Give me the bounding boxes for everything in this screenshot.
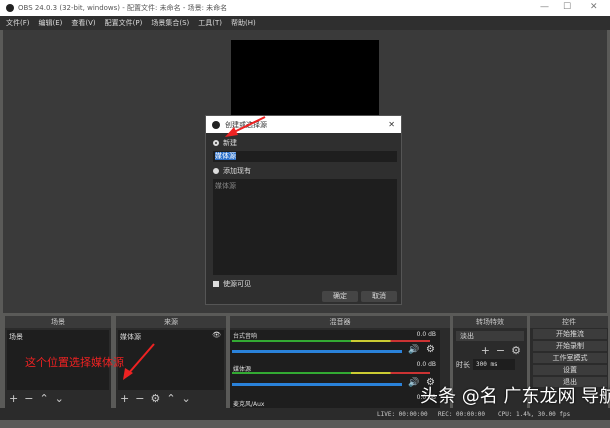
add-icon[interactable]: + — [120, 392, 129, 405]
visible-checkbox[interactable]: 使源可见 — [213, 279, 251, 289]
channel-name: 麦克风/Aux — [233, 401, 265, 408]
source-name-input[interactable]: 媒体源 — [213, 151, 397, 162]
remove-icon[interactable]: − — [135, 392, 144, 405]
channel-name: 台式音响 — [233, 333, 258, 340]
cancel-button[interactable]: 取消 — [361, 291, 397, 302]
scenes-toolbar: + − ⌃ ⌄ — [5, 392, 111, 405]
dialog-close-icon[interactable]: ✕ — [388, 120, 395, 129]
menu-help[interactable]: 帮助(H) — [231, 18, 256, 28]
eye-icon[interactable]: 👁 — [212, 331, 221, 339]
rec-time: REC: 00:00:00 — [438, 411, 485, 418]
add-icon[interactable]: + — [9, 392, 18, 405]
transitions-title: 转场特效 — [453, 316, 527, 328]
duration-input[interactable]: 300 ms — [473, 359, 515, 370]
controls-title: 控件 — [530, 316, 608, 328]
live-time: LIVE: 00:00:00 — [377, 411, 428, 418]
volume-meter — [232, 340, 430, 342]
duration-label: 时长 — [456, 360, 470, 369]
menu-profile[interactable]: 配置文件(P) — [105, 18, 143, 28]
sources-title: 来源 — [116, 316, 226, 328]
volume-meter — [232, 372, 430, 374]
settings-button[interactable]: 设置 — [533, 365, 607, 375]
menu-view[interactable]: 查看(V) — [71, 18, 95, 28]
maximize-button[interactable]: ☐ — [563, 2, 571, 12]
mixer-dock: 混音器 台式音响 0.0 dB 🔊 ⚙ 媒体源 0.0 dB 🔊 ⚙ 麦克风/Aux… — [230, 316, 450, 410]
studio-mode-button[interactable]: 工作室模式 — [533, 353, 607, 363]
menu-scene-collection[interactable]: 场景集合(S) — [151, 18, 189, 28]
existing-sources-list[interactable]: 媒体源 — [213, 179, 397, 275]
status-bar: LIVE: 00:00:00 REC: 00:00:00 CPU: 1.4%, … — [0, 408, 610, 420]
radio-add-existing[interactable]: 添加现有 — [213, 166, 251, 176]
start-recording-button[interactable]: 开始录制 — [533, 341, 607, 351]
up-icon[interactable]: ⌃ — [39, 392, 48, 405]
remove-icon[interactable]: − — [496, 344, 505, 357]
gear-icon[interactable]: ⚙ — [150, 392, 160, 405]
gear-icon[interactable]: ⚙ — [426, 344, 435, 355]
transition-select[interactable]: 淡出 — [456, 331, 524, 341]
menu-tools[interactable]: 工具(T) — [198, 18, 222, 28]
up-icon[interactable]: ⌃ — [166, 392, 175, 405]
title-bar: OBS 24.0.3 (32-bit, windows) - 配置文件: 未命名… — [0, 0, 610, 16]
add-icon[interactable]: + — [481, 344, 490, 357]
gear-icon[interactable]: ⚙ — [511, 344, 521, 357]
red-arrow-dialog — [225, 116, 266, 137]
menu-file[interactable]: 文件(F) — [6, 18, 30, 28]
close-button[interactable]: ✕ — [590, 2, 598, 12]
speaker-icon[interactable]: 🔊 — [408, 378, 419, 388]
list-item[interactable]: 媒体源 — [215, 181, 395, 191]
visible-label: 使源可见 — [223, 280, 251, 288]
channel-db: 0.0 dB — [416, 331, 436, 338]
annotation-text: 这个位置选择媒体源 — [25, 356, 124, 369]
down-icon[interactable]: ⌄ — [182, 392, 191, 405]
radio-existing-label: 添加现有 — [223, 167, 251, 175]
scene-item[interactable]: 场景 — [9, 332, 107, 342]
obs-logo-icon — [212, 120, 220, 129]
source-name-value: 媒体源 — [215, 152, 236, 160]
transitions-toolbar: + − ⚙ — [453, 344, 527, 357]
speaker-icon[interactable]: 🔊 — [408, 345, 419, 355]
channel-db: 0.0 dB — [416, 361, 436, 368]
source-item[interactable]: 媒体源 — [120, 332, 222, 342]
minimize-button[interactable]: — — [540, 2, 549, 12]
menu-edit[interactable]: 编辑(E) — [39, 18, 63, 28]
watermark: 头条 @名 广东龙网 导航 — [420, 386, 610, 407]
menu-bar: 文件(F) 编辑(E) 查看(V) 配置文件(P) 场景集合(S) 工具(T) … — [0, 16, 610, 30]
cpu-fps: CPU: 1.4%, 30.00 fps — [498, 411, 571, 418]
remove-icon[interactable]: − — [24, 392, 33, 405]
volume-slider[interactable] — [232, 383, 402, 386]
obs-logo-icon — [6, 4, 14, 12]
sources-toolbar: + − ⚙ ⌃ ⌄ — [116, 392, 226, 405]
volume-slider[interactable] — [232, 350, 402, 353]
window-title: OBS 24.0.3 (32-bit, windows) - 配置文件: 未命名… — [18, 4, 228, 12]
down-icon[interactable]: ⌄ — [55, 392, 64, 405]
mixer-title: 混音器 — [230, 316, 450, 328]
ok-button[interactable]: 确定 — [322, 291, 358, 302]
red-arrow-sources — [123, 343, 155, 380]
scenes-title: 场景 — [5, 316, 111, 328]
start-streaming-button[interactable]: 开始推流 — [533, 329, 607, 339]
